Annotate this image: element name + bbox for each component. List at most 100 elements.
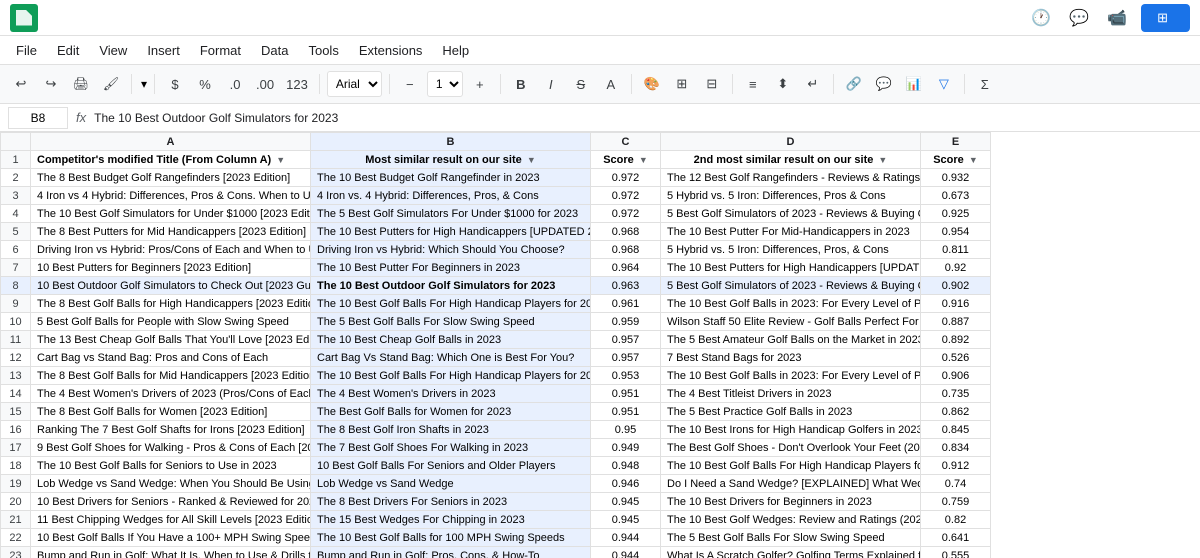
cell-e15[interactable]: 0.862 (921, 403, 991, 421)
cell-e7[interactable]: 0.92 (921, 259, 991, 277)
share-button[interactable]: ⊞ (1141, 4, 1190, 32)
cell-a13[interactable]: The 8 Best Golf Balls for Mid Handicappe… (31, 367, 311, 385)
cell-c14[interactable]: 0.951 (591, 385, 661, 403)
menu-format[interactable]: Format (192, 40, 249, 61)
sheet-container[interactable]: A B C D E 1 Competitor's modified Title … (0, 132, 1200, 558)
currency-button[interactable]: $ (162, 71, 188, 97)
cell-d2[interactable]: The 12 Best Golf Rangefinders - Reviews … (661, 169, 921, 187)
menu-help[interactable]: Help (434, 40, 477, 61)
cell-e10[interactable]: 0.887 (921, 313, 991, 331)
cell-a15[interactable]: The 8 Best Golf Balls for Women [2023 Ed… (31, 403, 311, 421)
cell-a18[interactable]: The 10 Best Golf Balls for Seniors to Us… (31, 457, 311, 475)
col-header-d[interactable]: D (661, 133, 921, 151)
cell-a4[interactable]: The 10 Best Golf Simulators for Under $1… (31, 205, 311, 223)
cell-a16[interactable]: Ranking The 7 Best Golf Shafts for Irons… (31, 421, 311, 439)
cell-d8[interactable]: 5 Best Golf Simulators of 2023 - Reviews… (661, 277, 921, 295)
cell-b14[interactable]: The 4 Best Women's Drivers in 2023 (311, 385, 591, 403)
cell-b12[interactable]: Cart Bag Vs Stand Bag: Which One is Best… (311, 349, 591, 367)
cell-b22[interactable]: The 10 Best Golf Balls for 100 MPH Swing… (311, 529, 591, 547)
cell-b23[interactable]: Bump and Run in Golf: Pros, Cons, & How-… (311, 547, 591, 558)
cell-c20[interactable]: 0.945 (591, 493, 661, 511)
cell-a8[interactable]: 10 Best Outdoor Golf Simulators to Check… (31, 277, 311, 295)
cell-e19[interactable]: 0.74 (921, 475, 991, 493)
cell-b13[interactable]: The 10 Best Golf Balls For High Handicap… (311, 367, 591, 385)
cell-b8[interactable]: The 10 Best Outdoor Golf Simulators for … (311, 277, 591, 295)
cell-d16[interactable]: The 10 Best Irons for High Handicap Golf… (661, 421, 921, 439)
paint-format-button[interactable]: 🖌 (98, 71, 124, 97)
cell-d21[interactable]: The 10 Best Golf Wedges: Review and Rati… (661, 511, 921, 529)
cell-e20[interactable]: 0.759 (921, 493, 991, 511)
cell-e12[interactable]: 0.526 (921, 349, 991, 367)
menu-edit[interactable]: Edit (49, 40, 87, 61)
cell-d19[interactable]: Do I Need a Sand Wedge? [EXPLAINED] What… (661, 475, 921, 493)
cell-d17[interactable]: The Best Golf Shoes - Don't Overlook You… (661, 439, 921, 457)
text-color-button[interactable]: A (598, 71, 624, 97)
italic-button[interactable]: I (538, 71, 564, 97)
cell-a3[interactable]: 4 Iron vs 4 Hybrid: Differences, Pros & … (31, 187, 311, 205)
valign-button[interactable]: ⬍ (770, 71, 796, 97)
cell-a23[interactable]: Bump and Run in Golf: What It Is, When t… (31, 547, 311, 558)
cell-d6[interactable]: 5 Hybrid vs. 5 Iron: Differences, Pros, … (661, 241, 921, 259)
cell-b17[interactable]: The 7 Best Golf Shoes For Walking in 202… (311, 439, 591, 457)
cell-c7[interactable]: 0.964 (591, 259, 661, 277)
menu-insert[interactable]: Insert (139, 40, 188, 61)
cell-b6[interactable]: Driving Iron vs Hybrid: Which Should You… (311, 241, 591, 259)
cell-d7[interactable]: The 10 Best Putters for High Handicapper… (661, 259, 921, 277)
cell-e4[interactable]: 0.925 (921, 205, 991, 223)
cell-a22[interactable]: 10 Best Golf Balls If You Have a 100+ MP… (31, 529, 311, 547)
cell-b20[interactable]: The 8 Best Drivers For Seniors in 2023 (311, 493, 591, 511)
cell-c12[interactable]: 0.957 (591, 349, 661, 367)
cell-c5[interactable]: 0.968 (591, 223, 661, 241)
cell-a14[interactable]: The 4 Best Women's Drivers of 2023 (Pros… (31, 385, 311, 403)
cell-e11[interactable]: 0.892 (921, 331, 991, 349)
cell-d20[interactable]: The 10 Best Drivers for Beginners in 202… (661, 493, 921, 511)
cell-a2[interactable]: The 8 Best Budget Golf Rangefinders [202… (31, 169, 311, 187)
cell-e2[interactable]: 0.932 (921, 169, 991, 187)
cell-e22[interactable]: 0.641 (921, 529, 991, 547)
col-header-b[interactable]: B (311, 133, 591, 151)
fill-color-button[interactable]: 🎨 (639, 71, 665, 97)
cell-d18[interactable]: The 10 Best Golf Balls For High Handicap… (661, 457, 921, 475)
cell-d11[interactable]: The 5 Best Amateur Golf Balls on the Mar… (661, 331, 921, 349)
align-button[interactable]: ≡ (740, 71, 766, 97)
cell-e8[interactable]: 0.902 (921, 277, 991, 295)
cell-e17[interactable]: 0.834 (921, 439, 991, 457)
sort-icon-d[interactable]: ▼ (878, 155, 887, 165)
cell-c22[interactable]: 0.944 (591, 529, 661, 547)
cell-c9[interactable]: 0.961 (591, 295, 661, 313)
cell-d13[interactable]: The 10 Best Golf Balls in 2023: For Ever… (661, 367, 921, 385)
sort-icon-e[interactable]: ▼ (969, 155, 978, 165)
cell-e14[interactable]: 0.735 (921, 385, 991, 403)
cell-b21[interactable]: The 15 Best Wedges For Chipping in 2023 (311, 511, 591, 529)
cell-d14[interactable]: The 4 Best Titleist Drivers in 2023 (661, 385, 921, 403)
font-size-decrease[interactable]: − (397, 71, 423, 97)
cell-a20[interactable]: 10 Best Drivers for Seniors - Ranked & R… (31, 493, 311, 511)
functions-button[interactable]: Σ (972, 71, 998, 97)
cell-b9[interactable]: The 10 Best Golf Balls For High Handicap… (311, 295, 591, 313)
merge-button[interactable]: ⊟ (699, 71, 725, 97)
cell-a10[interactable]: 5 Best Golf Balls for People with Slow S… (31, 313, 311, 331)
cell-d22[interactable]: The 5 Best Golf Balls For Slow Swing Spe… (661, 529, 921, 547)
font-size-increase[interactable]: + (467, 71, 493, 97)
chart-button[interactable]: 📊 (901, 71, 927, 97)
cell-c3[interactable]: 0.972 (591, 187, 661, 205)
menu-data[interactable]: Data (253, 40, 296, 61)
cell-a5[interactable]: The 8 Best Putters for Mid Handicappers … (31, 223, 311, 241)
meet-icon[interactable]: 📹 (1103, 4, 1131, 32)
cell-c8[interactable]: 0.963 (591, 277, 661, 295)
cell-b16[interactable]: The 8 Best Golf Iron Shafts in 2023 (311, 421, 591, 439)
cell-c15[interactable]: 0.951 (591, 403, 661, 421)
cell-a6[interactable]: Driving Iron vs Hybrid: Pros/Cons of Eac… (31, 241, 311, 259)
percent-button[interactable]: % (192, 71, 218, 97)
cell-b15[interactable]: The Best Golf Balls for Women for 2023 (311, 403, 591, 421)
cell-d23[interactable]: What Is A Scratch Golfer? Golfing Terms … (661, 547, 921, 558)
menu-file[interactable]: File (8, 40, 45, 61)
strikethrough-button[interactable]: S (568, 71, 594, 97)
cell-a17[interactable]: 9 Best Golf Shoes for Walking - Pros & C… (31, 439, 311, 457)
cell-b11[interactable]: The 10 Best Cheap Golf Balls in 2023 (311, 331, 591, 349)
cell-b10[interactable]: The 5 Best Golf Balls For Slow Swing Spe… (311, 313, 591, 331)
cell-b4[interactable]: The 5 Best Golf Simulators For Under $10… (311, 205, 591, 223)
cell-e18[interactable]: 0.912 (921, 457, 991, 475)
cell-e6[interactable]: 0.811 (921, 241, 991, 259)
font-select[interactable]: Arial (327, 71, 382, 97)
